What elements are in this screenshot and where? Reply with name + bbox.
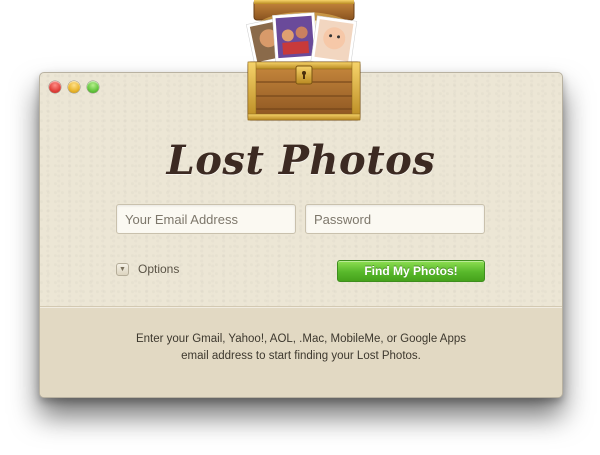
zoom-icon[interactable] — [87, 81, 99, 93]
minimize-icon[interactable] — [68, 81, 80, 93]
options-toggle[interactable]: ▼ Options — [116, 262, 179, 276]
instructions-line-1: Enter your Gmail, Yahoo!, AOL, .Mac, Mob… — [135, 333, 467, 345]
instructions-text: Enter your Gmail, Yahoo!, AOL, .Mac, Mob… — [40, 331, 562, 365]
disclosure-triangle-icon[interactable]: ▼ — [116, 262, 129, 276]
password-field[interactable] — [305, 204, 485, 234]
footer-panel: Enter your Gmail, Yahoo!, AOL, .Mac, Mob… — [40, 306, 562, 397]
close-icon[interactable] — [49, 81, 61, 93]
window-controls — [49, 81, 99, 93]
find-my-photos-button[interactable]: Find My Photos! — [337, 260, 485, 282]
app-title: Lost Photos — [166, 137, 436, 184]
treasure-chest-icon — [245, 0, 361, 121]
instructions-line-2: email address to start finding your Lost… — [181, 350, 421, 362]
email-field[interactable] — [116, 204, 296, 234]
options-label: Options — [138, 262, 180, 276]
